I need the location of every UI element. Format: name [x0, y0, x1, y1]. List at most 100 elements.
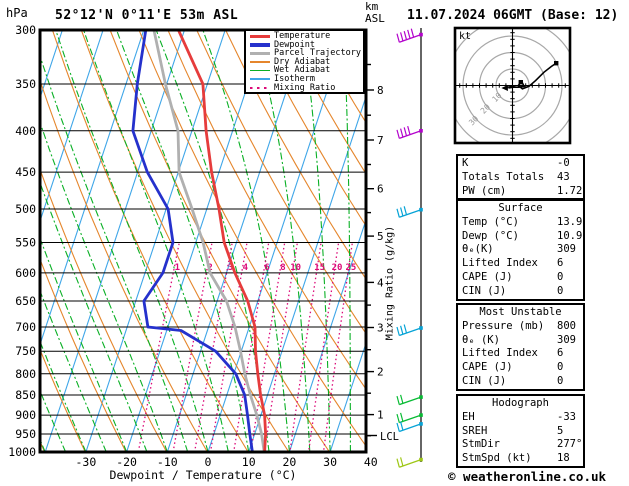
wind-barb [396, 324, 423, 337]
pressure-tick-label: 300 [15, 23, 36, 37]
table-row: StmSpd (kt) 18 [458, 452, 583, 466]
mixing-ratio-line [289, 243, 322, 452]
row-value: 0 [557, 374, 564, 387]
sounding-page: hPa 52°12'N 0°11'E 53m ASL 11.07.2024 06… [0, 0, 629, 486]
table-header: Most Unstable [479, 306, 562, 318]
hodograph-unit-label: kt [459, 31, 472, 42]
row-value: 0 [557, 270, 564, 283]
row-value: 277° [557, 438, 583, 451]
row-label: θₑ(K) [462, 243, 494, 256]
table-row: Lifted Index 6 [458, 257, 583, 271]
table-row: StmDir 277° [458, 438, 583, 452]
pressure-tick-label: 1000 [8, 445, 36, 459]
table-row: CIN (J) 0 [458, 285, 583, 299]
wind-barb [396, 457, 423, 468]
pressure-tick-label: 350 [15, 77, 36, 91]
temperature-tick-label: -20 [116, 455, 137, 469]
wind-barb [396, 28, 423, 43]
mixing-ratio-value-label: 25 [345, 263, 356, 273]
temperature-tick-label: 30 [323, 455, 337, 469]
row-label: Lifted Index [462, 257, 538, 270]
table-row: CAPE (J) 0 [458, 361, 583, 375]
table-row: Lifted Index 6 [458, 347, 583, 361]
pressure-tick-label: 700 [15, 320, 36, 334]
temperature-tick-label: 40 [364, 455, 378, 469]
legend-swatch-thick [250, 49, 270, 57]
table-row: EH -33 [458, 411, 583, 425]
pressure-tick-label: 500 [15, 202, 36, 216]
row-label: Lifted Index [462, 347, 538, 360]
table-row: CAPE (J) 0 [458, 271, 583, 285]
pressure-tick-label: 750 [15, 344, 36, 358]
mixing-ratio-value-label: 10 [290, 263, 301, 273]
row-label: Pressure (mb) [462, 319, 545, 332]
copyright-label: © weatheronline.co.uk [448, 469, 607, 484]
x-axis-caption: Dewpoint / Temperature (°C) [109, 468, 297, 482]
temperature-tick-label: -10 [157, 455, 178, 469]
altitude-tick-label: 7 [377, 134, 384, 147]
altitude-tick-label: 2 [377, 366, 384, 379]
pressure-tick-label: 600 [15, 266, 36, 280]
wet-adiabat-line [40, 339, 87, 452]
table-row: SREH 5 [458, 425, 583, 439]
mixing-ratio-value-label: 4 [243, 263, 249, 273]
wind-barb [396, 394, 423, 406]
row-value: 10.9 [557, 229, 583, 242]
surface-table: Surface Temp (°C) 13.9 Dewp (°C) 10.9 θₑ(K) 30… [456, 199, 585, 301]
row-value: 13.9 [557, 215, 583, 228]
row-value: 5 [557, 424, 564, 437]
table-row: Dewp (°C) 10.9 [458, 230, 583, 244]
temperature-tick-label: 20 [282, 455, 296, 469]
table-row: CIN (J) 0 [458, 375, 583, 389]
legend-item: Mixing Ratio [248, 82, 363, 93]
row-value: 18 [557, 452, 570, 465]
row-value: 309 [557, 243, 576, 256]
row-label: Dewp (°C) [462, 229, 519, 242]
altitude-tick-label: 3 [377, 322, 384, 335]
temperature-tick-label: -30 [76, 455, 97, 469]
mixing-ratio-value-label: 15 [314, 263, 325, 273]
row-label: SREH [462, 424, 488, 437]
pressure-tick-label: 900 [15, 408, 36, 422]
pressure-tick-label: 400 [15, 124, 36, 138]
table-row: Temp (°C) 13.9 [458, 216, 583, 230]
legend-swatch-thick [250, 32, 270, 40]
row-label: K [462, 157, 469, 169]
mixing-ratio-value-label: 6 [264, 263, 269, 273]
row-label: CAPE (J) [462, 270, 513, 283]
chart-legend: Temperature Dewpoint Parcel Trajectory Dry … [244, 29, 365, 94]
temperature-tick-label: 10 [242, 455, 256, 469]
table-row: θₑ (K) 309 [458, 334, 583, 348]
mixing-ratio-axis-label: Mixing Ratio (g/kg) [384, 225, 396, 341]
row-label: EH [462, 410, 475, 423]
row-value: 6 [557, 347, 564, 360]
legend-swatch-thin [250, 75, 270, 83]
pressure-tick-label: 550 [15, 236, 36, 250]
lcl-marker-label: LCL [380, 431, 399, 443]
hodograph-level-marker [518, 80, 523, 85]
table-header: Surface [498, 202, 543, 214]
wind-barb [396, 412, 423, 424]
mixing-ratio-value-label: 20 [332, 263, 343, 273]
legend-label: Mixing Ratio [274, 82, 336, 93]
row-label: StmDir [462, 438, 500, 451]
altitude-tick-label: 8 [377, 84, 384, 97]
mixing-ratio-value-label: 8 [280, 263, 285, 273]
table-row: Totals Totals 43 [458, 171, 583, 185]
pressure-tick-label: 850 [15, 388, 36, 402]
altitude-tick-label: 1 [377, 409, 384, 422]
temperature-tick-label: 0 [205, 455, 212, 469]
wind-barb [396, 421, 423, 433]
table-row: Pressure (mb) 800 [458, 320, 583, 334]
hodograph-table: Hodograph EH -33 SREH 5 StmDir 277° StmSpd (kt)… [456, 394, 585, 468]
row-value: -33 [557, 410, 576, 423]
dry-adiabat-line [40, 348, 86, 452]
legend-swatch-dotted [250, 84, 270, 92]
table-row: θₑ(K) 309 [458, 243, 583, 257]
pressure-tick-label: 650 [15, 294, 36, 308]
legend-swatch-thin [250, 58, 270, 66]
altitude-tick-label: 4 [377, 276, 384, 289]
pressure-tick-label: 800 [15, 367, 36, 381]
mixing-ratio-line [172, 243, 213, 452]
row-value: 6 [557, 257, 564, 270]
